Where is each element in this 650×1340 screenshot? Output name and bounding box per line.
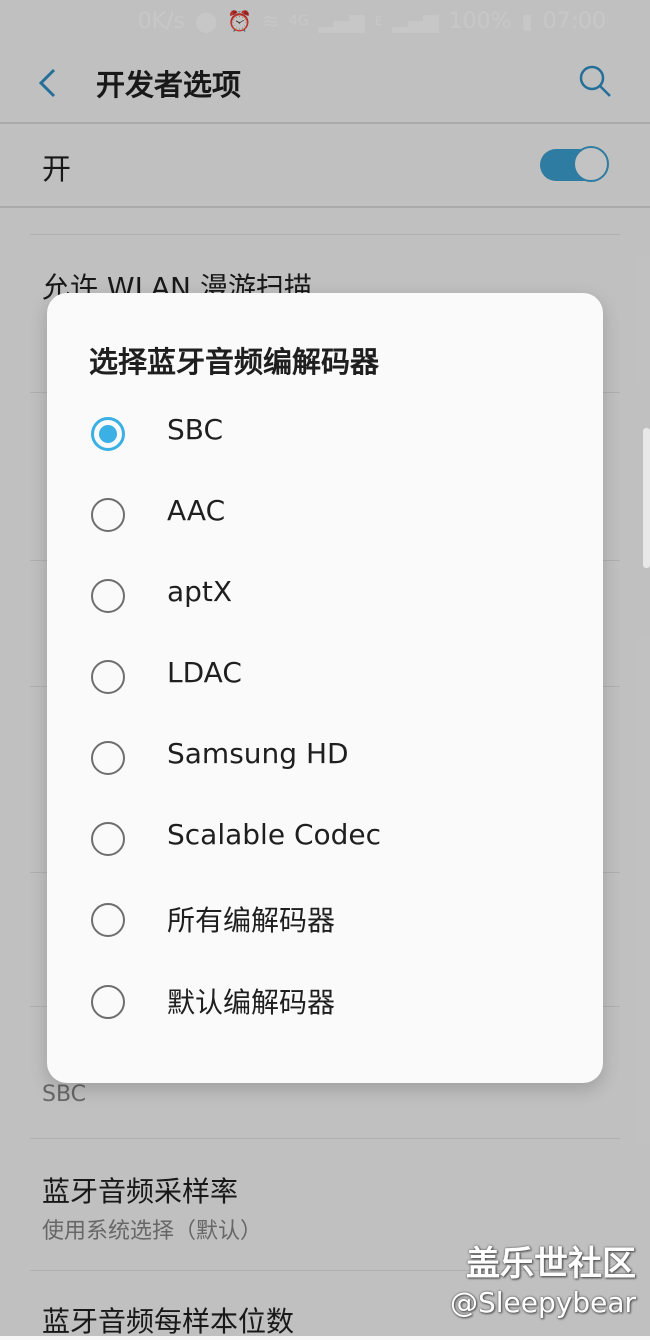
dialog-title: 选择蓝牙音频编解码器 xyxy=(89,345,380,379)
codec-option-default[interactable]: 默认编解码器 xyxy=(47,963,603,1043)
option-label: Scalable Codec xyxy=(167,818,382,851)
option-label: Samsung HD xyxy=(167,737,349,770)
radio-unchecked-icon[interactable] xyxy=(91,903,125,937)
codec-option-aptx[interactable]: aptX xyxy=(47,557,603,637)
radio-unchecked-icon[interactable] xyxy=(91,822,125,856)
scroll-indicator xyxy=(643,428,650,568)
option-label: 所有编解码器 xyxy=(167,904,336,937)
codec-option-ldac[interactable]: LDAC xyxy=(47,638,603,718)
option-label: LDAC xyxy=(167,656,242,689)
option-label: aptX xyxy=(167,575,233,608)
radio-unchecked-icon[interactable] xyxy=(91,741,125,775)
option-label: AAC xyxy=(167,494,226,527)
radio-unchecked-icon[interactable] xyxy=(91,498,125,532)
codec-option-scalable[interactable]: Scalable Codec xyxy=(47,800,603,880)
radio-unchecked-icon[interactable] xyxy=(91,660,125,694)
watermark-community: 盖乐世社区 xyxy=(466,1244,636,1284)
option-label: 默认编解码器 xyxy=(167,986,336,1019)
watermark-author: @Sleepybear xyxy=(449,1286,636,1319)
codec-option-aac[interactable]: AAC xyxy=(47,476,603,556)
radio-unchecked-icon[interactable] xyxy=(91,985,125,1019)
codec-option-sbc[interactable]: SBC xyxy=(47,395,603,475)
codec-option-all[interactable]: 所有编解码器 xyxy=(47,881,603,961)
codec-dialog: 选择蓝牙音频编解码器 SBC AAC aptX LDAC Samsung HD … xyxy=(47,293,603,1083)
codec-option-samsung-hd[interactable]: Samsung HD xyxy=(47,719,603,799)
radio-unchecked-icon[interactable] xyxy=(91,579,125,613)
radio-checked-icon[interactable] xyxy=(91,417,125,451)
option-label: SBC xyxy=(167,413,224,446)
